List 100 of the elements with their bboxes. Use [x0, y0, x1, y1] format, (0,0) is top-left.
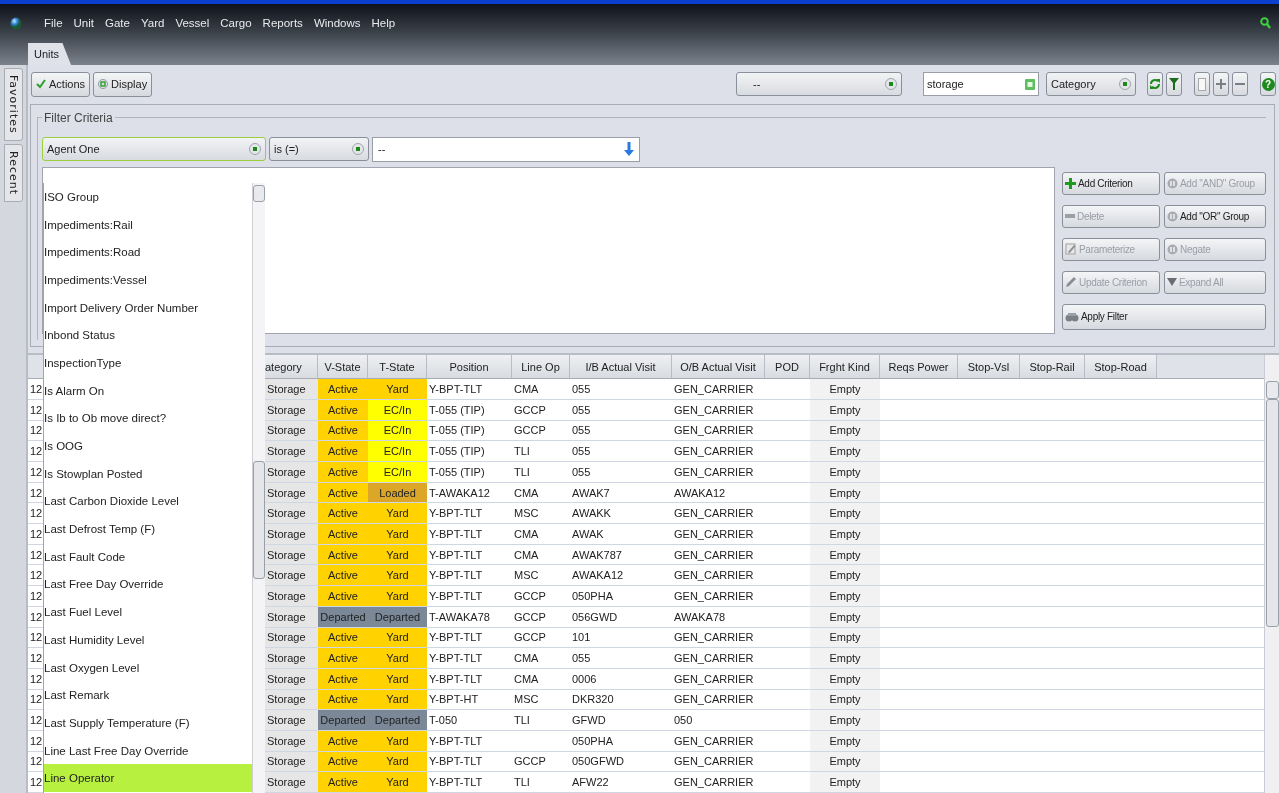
group-by-dropdown[interactable]: Category: [1046, 72, 1136, 97]
list-item[interactable]: Last Oxygen Level: [44, 653, 252, 682]
side-tab[interactable]: Favorites: [3, 68, 23, 141]
column-header[interactable]: O/B Actual Visit: [672, 355, 765, 379]
column-header[interactable]: Stop-Vsl: [958, 355, 1020, 379]
menu-item[interactable]: Yard: [140, 17, 165, 29]
list-item[interactable]: Is Ib to Ob move direct?: [44, 404, 252, 433]
status-cell: Active: [318, 524, 368, 544]
list-item[interactable]: Impediments:Road: [44, 238, 252, 267]
field-dropdown[interactable]: Agent One: [42, 136, 266, 161]
filter-button[interactable]: Add Criterion: [1062, 171, 1160, 195]
list-item[interactable]: Last Carbon Dioxide Level: [44, 487, 252, 516]
list-item[interactable]: Is OOG: [44, 432, 252, 460]
actions-button[interactable]: Actions: [31, 71, 91, 97]
table-cell: Empty: [810, 565, 880, 586]
list-item[interactable]: Last Free Day Override: [44, 570, 252, 599]
table-cell: 12: [30, 403, 43, 416]
column-header[interactable]: T-State: [368, 355, 427, 379]
menu-item[interactable]: Windows: [313, 17, 361, 29]
column-header[interactable]: V-State: [318, 355, 368, 379]
status-cell: Yard: [368, 730, 427, 751]
table-cell: Storage: [265, 482, 318, 503]
column-header[interactable]: POD: [765, 355, 810, 379]
table-cell: 12: [30, 631, 43, 644]
table-cell: 12: [30, 383, 43, 396]
table-cell-text: CMA: [513, 547, 540, 563]
status-cell: Active: [318, 565, 368, 586]
menu-item[interactable]: Vessel: [175, 17, 210, 29]
table-cell: Storage: [265, 710, 318, 730]
table-cell-text: MSC: [513, 568, 540, 584]
table-cell-text: GEN_CARRIER: [673, 630, 755, 646]
table-cell: Storage: [265, 524, 318, 544]
status-cell: Yard: [368, 772, 427, 792]
menu-item[interactable]: Help: [371, 17, 396, 29]
table-cell-text: 050PHA: [571, 588, 614, 604]
column-header[interactable]: Reqs Power: [880, 355, 958, 379]
tab[interactable]: Units: [28, 43, 72, 65]
table-cell: Storage: [265, 565, 318, 586]
filter-button[interactable]: Apply Filter: [1062, 303, 1266, 330]
status-cell: Yard: [368, 668, 427, 689]
table-cell-text: Y-BPT-TLT: [428, 382, 484, 398]
column-header[interactable]: Position: [427, 355, 512, 379]
table-cell-text: GEN_CARRIER: [673, 568, 755, 584]
list-item[interactable]: ISO Group: [44, 183, 252, 211]
menu-item[interactable]: Cargo: [220, 17, 252, 29]
search-field[interactable]: storage: [923, 72, 1039, 97]
column-header[interactable]: Stop-Road: [1085, 355, 1157, 379]
list-item[interactable]: Last Defrost Temp (F): [44, 515, 252, 543]
display-button[interactable]: Display: [93, 71, 153, 97]
table-cell: Storage: [265, 503, 318, 524]
list-item[interactable]: Inbond Status: [44, 321, 252, 350]
table-cell: Storage: [265, 730, 318, 751]
status-cell: Active: [318, 772, 368, 792]
value-field[interactable]: --: [372, 136, 640, 162]
list-item[interactable]: Is Alarm On: [44, 376, 252, 405]
operator-dropdown[interactable]: is (=): [269, 136, 369, 161]
list-item[interactable]: Impediments:Rail: [44, 210, 252, 239]
status-cell: Active: [318, 420, 368, 441]
list-item[interactable]: Last Supply Temperature (F): [44, 709, 252, 737]
menu-item[interactable]: Unit: [73, 17, 94, 29]
table-cell-text: GEN_CARRIER: [673, 671, 755, 687]
list-item[interactable]: Import Delivery Order Number: [44, 293, 252, 322]
column-header[interactable]: Stop-Rail: [1020, 355, 1085, 379]
list-item[interactable]: Last Fuel Level: [44, 598, 252, 626]
list-item[interactable]: InspectionType: [44, 349, 252, 377]
table-cell: Empty: [810, 648, 880, 668]
table-cell-text: Y-BPT-TLT: [428, 506, 484, 522]
side-tab[interactable]: Recent: [3, 143, 23, 202]
table-cell: Storage: [265, 751, 318, 772]
column-header[interactable]: ategory: [265, 355, 318, 379]
table-cell-text: GCCP: [513, 609, 547, 625]
list-item[interactable]: Impediments:Vessel: [44, 266, 252, 294]
table-cell: Storage: [265, 544, 318, 565]
list-item[interactable]: Line Operator: [44, 764, 252, 793]
table-cell-text: Y-BPT-TLT: [428, 651, 484, 667]
table-cell-text: GEN_CARRIER: [673, 754, 755, 770]
view-dropdown[interactable]: --: [736, 72, 902, 97]
help-button[interactable]: ?: [1260, 72, 1276, 97]
menu-item[interactable]: File: [44, 17, 63, 29]
list-item[interactable]: Line Last Free Day Override: [44, 736, 252, 765]
status-cell: Yard: [368, 565, 427, 586]
table-cell: 12: [30, 527, 43, 540]
table-cell-text: T-AWAKA78: [428, 609, 491, 625]
column-header[interactable]: Frght Kind: [810, 355, 880, 379]
status-cell: EC/In: [368, 420, 427, 441]
menu-item[interactable]: Reports: [262, 17, 303, 29]
filter-button[interactable]: Add "OR" Group: [1164, 204, 1266, 228]
table-cell-text: Y-BPT-TLT: [428, 775, 484, 791]
table-cell-text: Y-BPT-TLT: [428, 526, 484, 542]
list-item[interactable]: Last Humidity Level: [44, 626, 252, 654]
list-item[interactable]: Last Fault Code: [44, 542, 252, 571]
table-cell-text: Y-BPT-HT: [428, 692, 480, 708]
table-cell-text: 055: [571, 651, 592, 667]
list-item[interactable]: Is Stowplan Posted: [44, 459, 252, 488]
table-cell: Storage: [265, 772, 318, 792]
column-header[interactable]: Line Op: [512, 355, 570, 379]
list-item[interactable]: Last Remark: [44, 681, 252, 710]
menu-item[interactable]: Gate: [105, 17, 130, 29]
column-header[interactable]: I/B Actual Visit: [570, 355, 672, 379]
status-cell: Departed: [318, 710, 368, 730]
